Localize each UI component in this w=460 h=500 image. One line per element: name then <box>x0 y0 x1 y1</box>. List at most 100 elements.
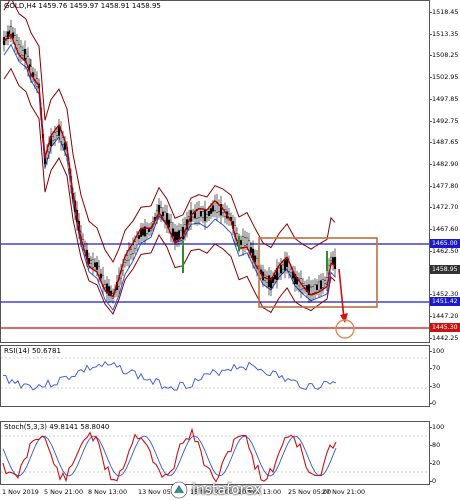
candle-body <box>285 258 289 268</box>
time-tick: 27 Nov 21:00 <box>322 488 366 496</box>
candle-body <box>333 256 337 270</box>
candle-body <box>201 211 205 218</box>
candle-body <box>51 136 55 141</box>
price-tag: 1458.95 <box>430 265 460 274</box>
candle-body <box>89 260 93 264</box>
watermark: instaforex <box>170 481 262 499</box>
candle-body <box>321 279 325 288</box>
rsi-tick: 70 <box>428 364 441 373</box>
forecast-arrow <box>338 268 345 320</box>
candle-body <box>91 259 95 268</box>
rsi-tick: 30 <box>428 381 441 390</box>
price-tick: 1508.25 <box>428 51 459 60</box>
candle-body <box>205 214 209 218</box>
instaforex-logo-icon <box>170 481 188 499</box>
stoch-tick: 0 <box>428 477 437 485</box>
price-tick: 1467.60 <box>428 225 459 233</box>
price-tick: 1513.35 <box>428 29 459 38</box>
candle-body <box>279 264 283 274</box>
rsi-line <box>2 360 337 391</box>
candle-body <box>281 264 285 270</box>
candle-body <box>239 240 243 245</box>
candle-body <box>131 244 135 254</box>
chart-info-label: GOLD,H4 1459.76 1459.97 1458.91 1458.95 <box>4 2 161 10</box>
stoch-main-line <box>2 427 337 483</box>
price-tick: 1492.75 <box>428 116 459 125</box>
candle-body <box>53 132 57 140</box>
candle-body <box>55 131 59 136</box>
candle-body <box>43 158 47 164</box>
stochastic-axis: 100 80 20 0 <box>428 421 460 485</box>
candle-body <box>93 262 97 267</box>
rsi-label: RSI(14) 50.6781 <box>4 347 61 355</box>
price-tick: 1472.70 <box>428 203 459 212</box>
candle-body <box>141 228 145 236</box>
candle-body <box>211 205 215 212</box>
price-tag: 1465.00 <box>430 239 460 248</box>
time-tick: 5 Nov 21:00 <box>44 488 84 496</box>
price-tick: 1502.95 <box>428 73 459 82</box>
rsi-canvas <box>1 357 429 391</box>
candle-body <box>323 280 327 284</box>
candle-body <box>21 50 25 56</box>
price-tag: 1451.42 <box>430 297 460 306</box>
candle-body <box>24 53 28 59</box>
price-tick: 1442.25 <box>428 333 459 342</box>
stoch-tick: 20 <box>428 459 441 467</box>
candle-body <box>283 259 287 271</box>
candle-body <box>133 241 137 249</box>
candle-body <box>313 284 317 293</box>
candle-body <box>319 280 323 290</box>
rsi-panel[interactable]: RSI(14) 50.6781 <box>0 345 430 407</box>
candle-body <box>273 274 277 280</box>
price-tick: 1447.20 <box>428 311 459 320</box>
rsi-axis: 100 70 30 0 <box>428 345 460 407</box>
stochastic-canvas <box>1 427 429 483</box>
rsi-tick: 100 <box>428 347 445 355</box>
main-price-panel[interactable]: GOLD,H4 1459.76 1459.97 1458.91 1458.95 <box>0 0 430 343</box>
candle-body <box>125 255 129 261</box>
price-tick: 1482.90 <box>428 159 459 168</box>
price-axis: 1518.45 1513.35 1508.25 1502.95 1497.85 1492.… <box>428 0 460 343</box>
stochastic-label: Stoch(5,3,3) 49.8141 58.8040 <box>4 423 110 431</box>
candle-body <box>99 273 103 279</box>
candle-body <box>213 201 217 211</box>
candle-body <box>137 235 141 239</box>
candle-body <box>241 236 245 248</box>
candle-body <box>277 267 281 275</box>
candle-body <box>175 231 179 241</box>
stoch-signal-line <box>2 435 337 477</box>
price-tick: 1477.80 <box>428 181 459 190</box>
candle-body <box>265 276 269 283</box>
candle-body <box>203 209 207 222</box>
candle-body <box>243 237 247 246</box>
price-tick: 1497.85 <box>428 94 459 103</box>
candle-body <box>199 211 203 217</box>
stoch-tick: 80 <box>428 441 441 449</box>
rsi-tick: 0 <box>428 399 437 407</box>
candle-body <box>95 262 99 270</box>
candle-body <box>289 268 293 274</box>
candle-body <box>167 219 171 228</box>
candle-body <box>249 247 253 253</box>
candle-body <box>311 285 315 294</box>
price-chart-canvas <box>1 1 429 339</box>
price-tick: 1487.65 <box>428 138 459 147</box>
candle-body <box>317 281 321 291</box>
candle-body <box>129 249 133 255</box>
candle-body <box>267 275 271 288</box>
stoch-tick: 100 <box>428 423 445 431</box>
candle-body <box>315 284 319 291</box>
candle-body <box>161 211 165 217</box>
time-tick: 8 Nov 13:00 <box>88 488 128 496</box>
candle-body <box>245 237 249 245</box>
candle-body <box>329 256 333 262</box>
candle-body <box>177 230 181 240</box>
candle-body <box>207 210 211 217</box>
price-tick: 1518.45 <box>428 8 459 16</box>
candle-body <box>135 237 139 245</box>
stochastic-panel[interactable]: Stoch(5,3,3) 49.8141 58.8040 <box>0 421 430 485</box>
price-tag: 1445.30 <box>430 323 460 332</box>
candle-body <box>171 228 175 237</box>
lower-band <box>3 67 336 315</box>
